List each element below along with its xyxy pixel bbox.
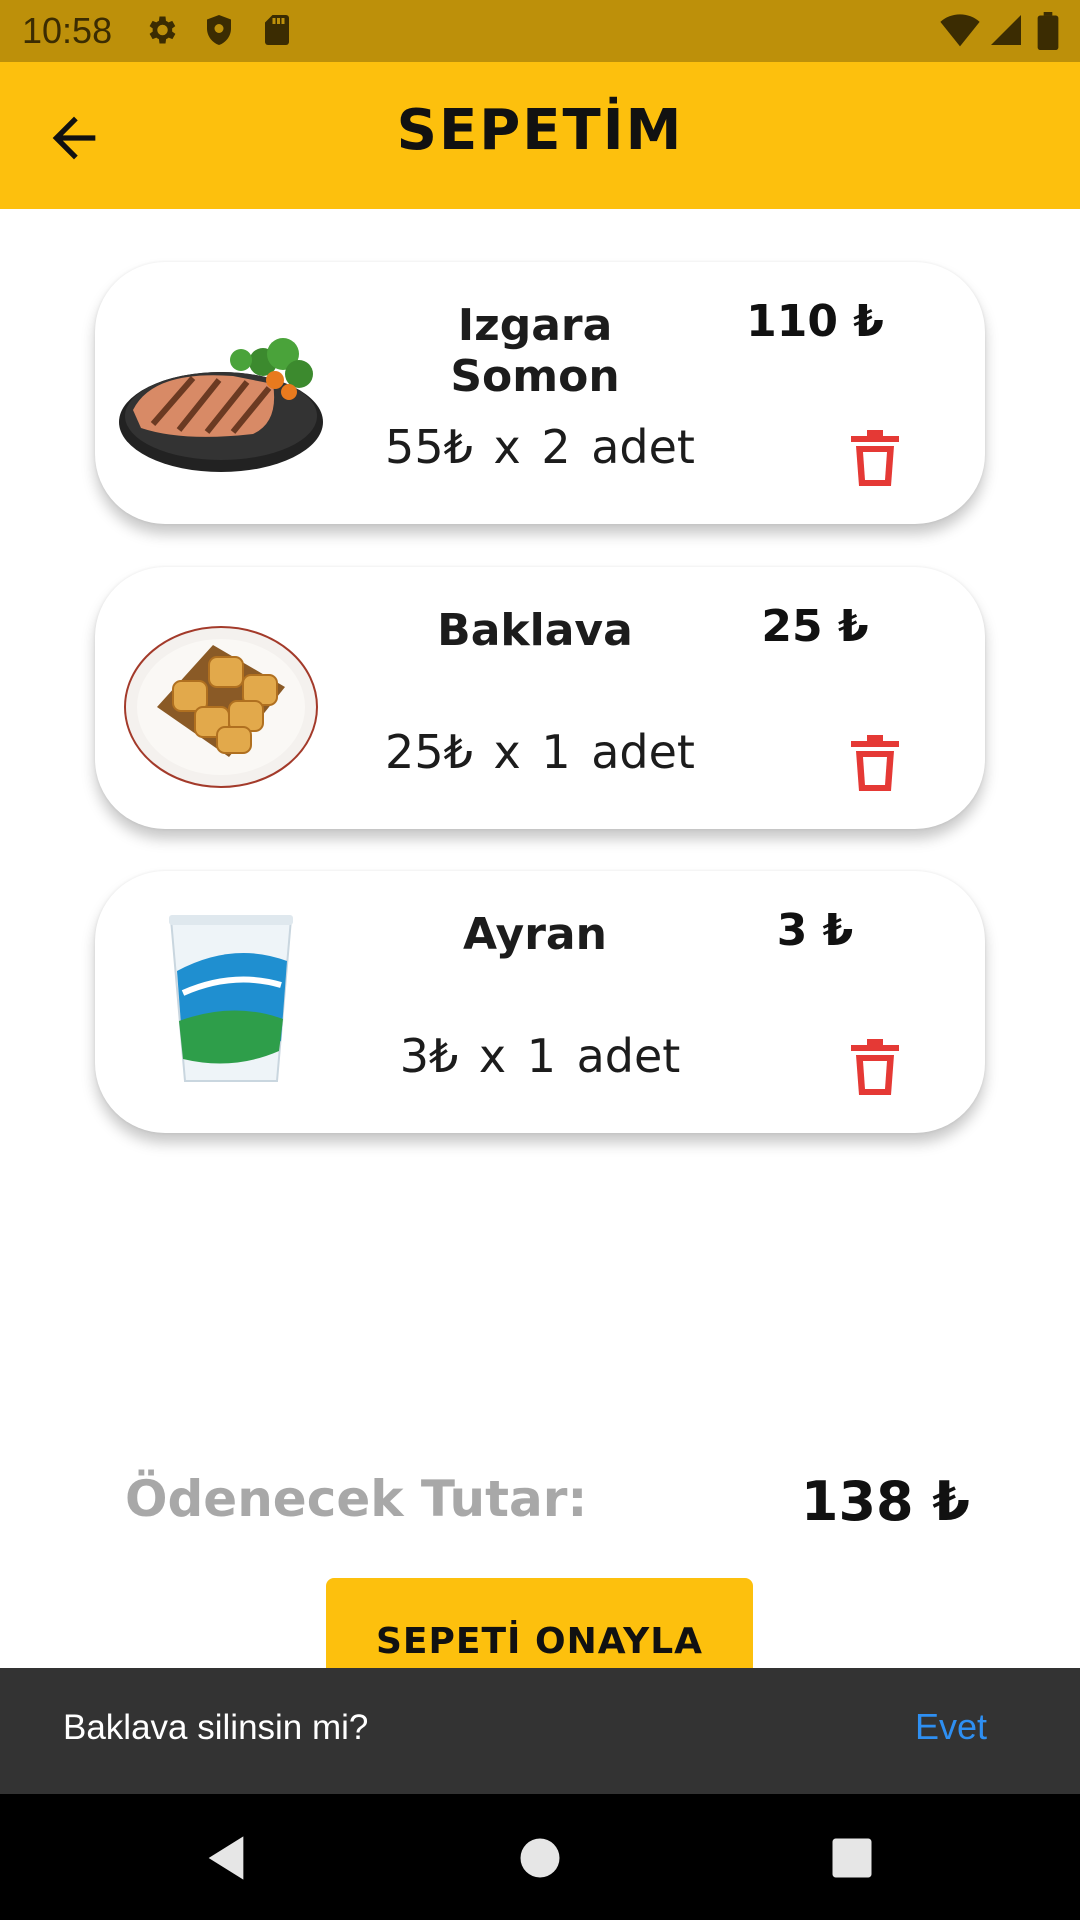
cart-item: Baklava 25 ₺ 25₺ x 1 adet — [95, 567, 985, 829]
item-quantity: 55₺ x 2 adet — [385, 420, 695, 474]
page-title: SEPETİM — [396, 98, 684, 163]
item-price: 25 ₺ — [761, 601, 869, 652]
nav-back-icon[interactable] — [200, 1832, 252, 1884]
sd-card-icon — [265, 15, 289, 45]
total-label: Ödenecek Tutar: — [125, 1470, 588, 1528]
signal-icon — [991, 15, 1021, 45]
delete-icon[interactable] — [850, 1039, 900, 1095]
total-value: 138 ₺ — [800, 1470, 970, 1533]
shield-icon — [207, 15, 231, 45]
snackbar-message: Baklava silinsin mi? — [63, 1708, 369, 1747]
nav-recents-icon[interactable] — [826, 1832, 878, 1884]
cart-item: Ayran 3 ₺ 3₺ x 1 adet — [95, 871, 985, 1133]
delete-icon[interactable] — [850, 430, 900, 486]
item-name: Ayran — [463, 909, 607, 960]
navigation-bar — [0, 1794, 1080, 1920]
item-name: Izgara Somon — [450, 300, 620, 402]
nav-home-icon[interactable] — [514, 1832, 566, 1884]
wifi-icon — [940, 14, 980, 47]
item-quantity: 3₺ x 1 adet — [399, 1029, 681, 1083]
cart-item: Izgara Somon 110 ₺ 55₺ x 2 adet — [95, 262, 985, 524]
item-quantity: 25₺ x 1 adet — [385, 725, 695, 779]
snackbar-action-button[interactable]: Evet — [915, 1706, 987, 1748]
grilled-salmon-image — [119, 338, 323, 472]
item-name: Baklava — [437, 605, 633, 656]
status-bar: 10:58 — [0, 0, 1080, 62]
item-price: 3 ₺ — [776, 905, 854, 956]
snackbar: Baklava silinsin mi? Evet — [0, 1668, 1080, 1794]
status-time: 10:58 — [22, 10, 113, 51]
delete-icon[interactable] — [850, 735, 900, 791]
ayran-cup-image — [169, 915, 293, 1082]
item-price: 110 ₺ — [746, 296, 884, 347]
settings-icon — [149, 16, 176, 44]
app-bar: SEPETİM — [0, 62, 1080, 209]
battery-icon — [1037, 12, 1059, 50]
baklava-image — [124, 626, 318, 788]
